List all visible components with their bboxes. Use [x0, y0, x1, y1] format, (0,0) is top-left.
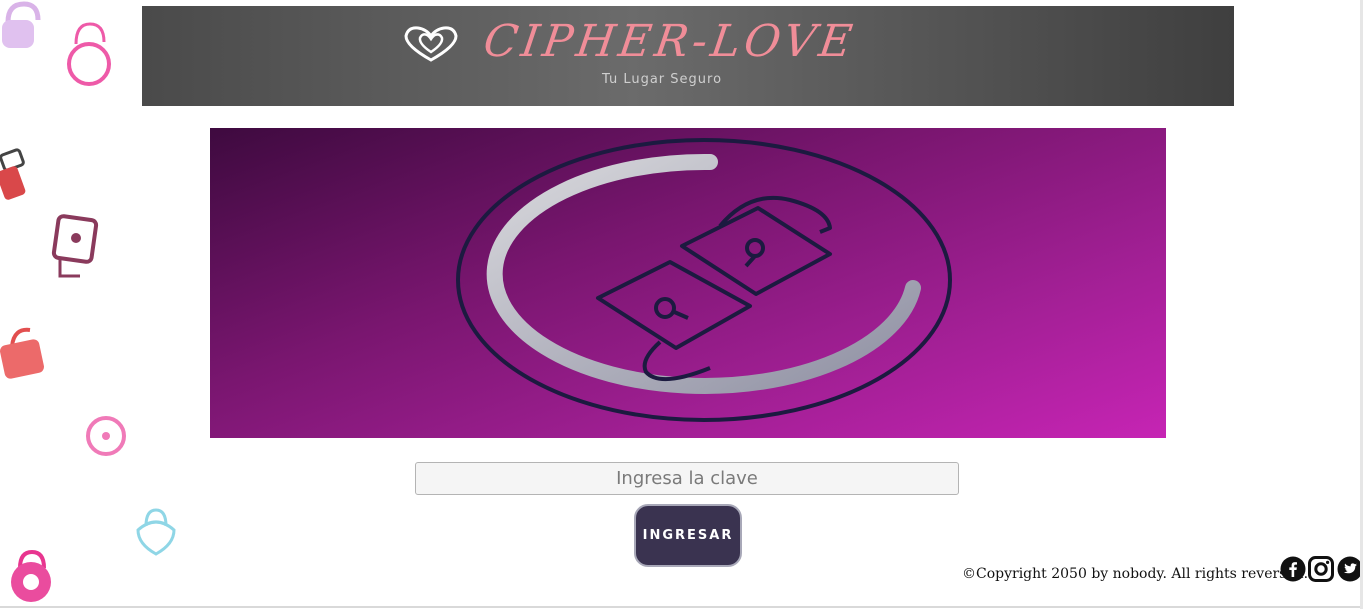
padlock-icon: [136, 508, 176, 556]
instagram-icon[interactable]: [1308, 556, 1334, 582]
brand-tagline: Tu Lugar Seguro: [602, 72, 723, 87]
unlocked-padlock-icon: [456, 138, 952, 422]
padlock-icon: [11, 549, 51, 602]
bottom-divider: [0, 606, 1363, 608]
padlock-icon: [67, 22, 111, 86]
padlock-icon: [2, 1, 41, 48]
padlock-icon: [86, 416, 126, 456]
heart-icon: [404, 26, 458, 62]
facebook-icon[interactable]: [1280, 556, 1306, 582]
header-banner: CIPHER-LOVE Tu Lugar Seguro: [142, 6, 1234, 106]
padlock-icon: [0, 327, 44, 379]
brand-title: CIPHER-LOVE: [480, 16, 860, 67]
padlock-icon: [51, 214, 99, 278]
key-input[interactable]: [415, 462, 959, 495]
copyright-text: ©Copyright 2050 by nobody. All rights re…: [962, 566, 1309, 582]
hero-banner: [210, 128, 1166, 438]
padlock-icon: [0, 148, 26, 200]
submit-button[interactable]: INGRESAR: [634, 504, 742, 567]
